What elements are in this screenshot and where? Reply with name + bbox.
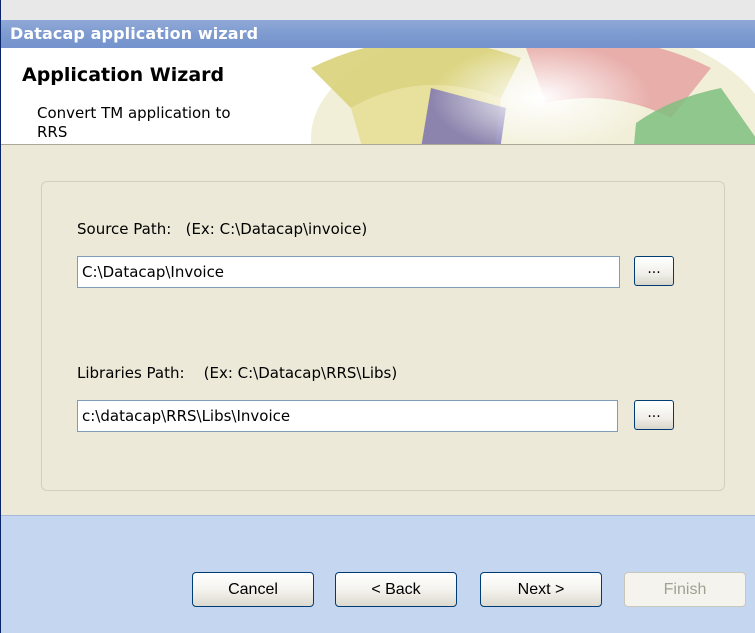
libraries-path-label: Libraries Path: (Ex: C:\Datacap\RRS\Libs…	[77, 364, 398, 382]
cancel-button[interactable]: Cancel	[192, 572, 314, 607]
header-title: Application Wizard	[22, 64, 225, 86]
banner-graphic	[311, 48, 755, 144]
header-subtitle: Convert TM application to RRS	[37, 104, 231, 141]
wizard-body: Source Path: (Ex: C:\Datacap\invoice) C:…	[1, 145, 755, 515]
wizard-footer: Cancel < Back Next > Finish	[1, 515, 755, 633]
title-bar[interactable]: Datacap application wizard	[1, 20, 755, 48]
libraries-browse-button[interactable]: ...	[634, 400, 674, 430]
next-button[interactable]: Next >	[480, 572, 602, 607]
source-path-label: Source Path: (Ex: C:\Datacap\invoice)	[77, 220, 368, 238]
finish-button[interactable]: Finish	[624, 572, 746, 607]
source-browse-button[interactable]: ...	[634, 256, 674, 286]
paths-group: Source Path: (Ex: C:\Datacap\invoice) C:…	[41, 181, 725, 491]
back-button[interactable]: < Back	[335, 572, 457, 607]
libraries-path-input[interactable]: c:\datacap\RRS\Libs\Invoice	[77, 400, 618, 432]
background-window-strip	[1, 0, 755, 20]
wizard-header: Application Wizard Convert TM applicatio…	[1, 48, 755, 145]
source-path-input[interactable]: C:\Datacap\Invoice	[77, 256, 620, 288]
wizard-window: Datacap application wizard Application W…	[0, 0, 755, 633]
